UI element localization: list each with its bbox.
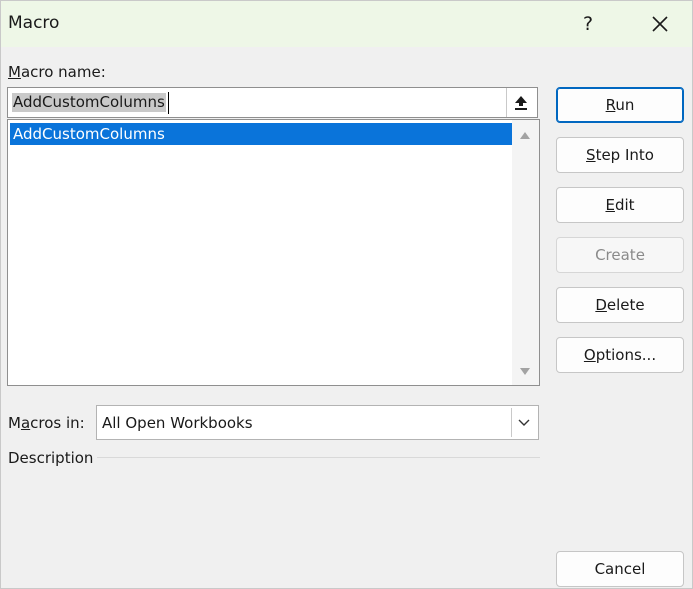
macro-list[interactable]: AddCustomColumns bbox=[7, 119, 540, 386]
edit-mnemonic: E bbox=[605, 196, 615, 214]
list-scrollbar[interactable] bbox=[512, 120, 539, 385]
options-mnemonic: O bbox=[583, 346, 596, 364]
delete-button[interactable]: Delete bbox=[556, 287, 684, 323]
help-icon[interactable]: ? bbox=[577, 11, 599, 37]
edit-label-rest: dit bbox=[614, 196, 635, 214]
step-into-label-rest: tep Into bbox=[595, 146, 654, 164]
upload-arrow-icon bbox=[515, 96, 527, 110]
description-label: Description bbox=[8, 449, 94, 467]
edit-button[interactable]: Edit bbox=[556, 187, 684, 223]
macros-in-select[interactable]: All Open Workbooks bbox=[96, 405, 539, 440]
run-label-rest: un bbox=[615, 96, 635, 114]
text-caret bbox=[168, 92, 169, 114]
create-button[interactable]: Create bbox=[556, 237, 684, 273]
macro-name-value[interactable]: AddCustomColumns bbox=[12, 93, 166, 112]
list-item[interactable]: AddCustomColumns bbox=[10, 123, 512, 145]
macro-name-label: Macro name: bbox=[8, 63, 106, 81]
macro-name-input[interactable]: AddCustomColumns bbox=[7, 87, 538, 118]
macros-in-label-post: cros in: bbox=[30, 414, 85, 432]
options-button[interactable]: Options... bbox=[556, 337, 684, 373]
dropdown-button[interactable] bbox=[511, 408, 536, 437]
step-into-mnemonic: S bbox=[586, 146, 596, 164]
cancel-button[interactable]: Cancel bbox=[556, 551, 684, 587]
chevron-down-icon bbox=[518, 419, 530, 426]
close-icon[interactable] bbox=[647, 11, 673, 37]
macro-name-label-rest: acro name: bbox=[20, 63, 106, 81]
macros-in-label: Macros in: bbox=[8, 414, 85, 432]
scroll-down-icon[interactable] bbox=[520, 368, 530, 375]
delete-mnemonic: D bbox=[595, 296, 607, 314]
run-button[interactable]: Run bbox=[556, 87, 684, 123]
macro-name-mnemonic: M bbox=[8, 63, 21, 81]
macros-in-label-pre: M bbox=[8, 414, 21, 432]
run-mnemonic: R bbox=[605, 96, 616, 114]
dialog-title: Macro bbox=[8, 13, 60, 33]
delete-label-rest: elete bbox=[606, 296, 645, 314]
title-bar: Macro ? bbox=[1, 1, 692, 47]
macros-in-value[interactable]: All Open Workbooks bbox=[102, 414, 253, 432]
description-divider bbox=[97, 457, 540, 458]
macro-dialog: Macro ? Macro name: AddCustomColumns Add… bbox=[0, 0, 693, 589]
collapse-button[interactable] bbox=[506, 88, 537, 117]
scroll-up-icon[interactable] bbox=[520, 132, 530, 139]
step-into-button[interactable]: Step Into bbox=[556, 137, 684, 173]
options-label-rest: ptions... bbox=[595, 346, 657, 364]
macros-in-mnemonic: a bbox=[20, 414, 31, 432]
